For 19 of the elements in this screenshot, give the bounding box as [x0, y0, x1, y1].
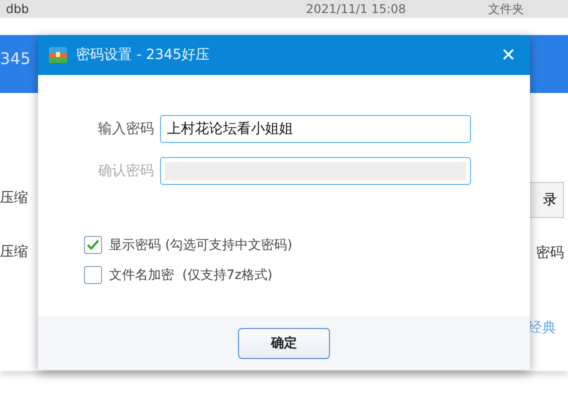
file-row[interactable]: dbb 2021/11/1 15:08 文件夹 [0, 0, 568, 18]
file-date: 2021/11/1 15:08 [306, 2, 407, 16]
file-name: dbb [6, 2, 30, 16]
password-field[interactable]: 上村花论坛看小姐姐 [160, 115, 471, 143]
checkbox-label: 文件名加密 (仅支持7z格式) [109, 267, 273, 284]
checkbox[interactable] [84, 236, 102, 254]
checkbox[interactable] [84, 266, 102, 284]
option-label: 压缩 [0, 189, 28, 207]
option-label: 压缩 [0, 243, 28, 261]
field-label: 确认密码 [97, 162, 154, 180]
field-label: 输入密码 [97, 120, 154, 138]
file-type: 文件夹 [488, 2, 524, 16]
checkbox-label: 显示密码 (勾选可支持中文密码) [109, 237, 292, 254]
close-button[interactable]: ✕ [496, 44, 520, 66]
ok-button[interactable]: 确定 [238, 328, 330, 358]
archive-icon [48, 46, 68, 64]
option-label: 密码 [536, 244, 564, 262]
app-title: 345 [0, 48, 31, 68]
dialog-title: 密码设置 - 2345好压 [76, 46, 211, 64]
